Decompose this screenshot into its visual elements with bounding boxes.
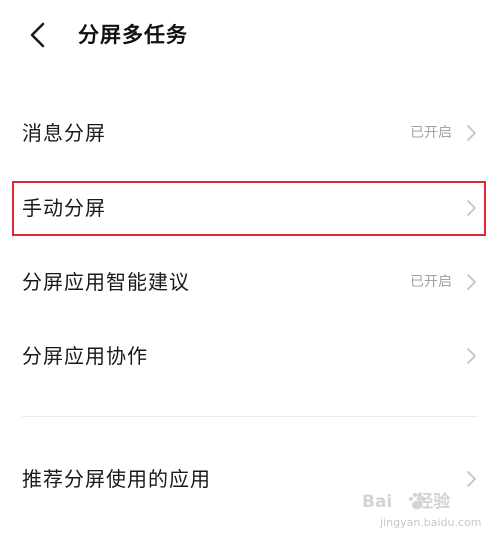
settings-item-label: 分屏应用协作 bbox=[22, 344, 148, 368]
chevron-right-icon bbox=[466, 124, 478, 142]
settings-item-app-collaboration[interactable]: 分屏应用协作 bbox=[0, 328, 500, 384]
baidu-watermark: Bai 经验 jingyan.baidu.com bbox=[362, 490, 492, 534]
back-arrow-icon bbox=[22, 18, 56, 52]
back-button[interactable] bbox=[22, 18, 56, 52]
chevron-right-icon bbox=[466, 273, 478, 291]
settings-item-manual-split[interactable]: 手动分屏 bbox=[0, 180, 500, 236]
settings-item-label: 分屏应用智能建议 bbox=[22, 270, 190, 294]
chevron-right-icon bbox=[466, 470, 478, 488]
status-text: 已开启 bbox=[410, 274, 452, 290]
settings-item-label: 手动分屏 bbox=[22, 196, 106, 220]
settings-item-smart-suggestion[interactable]: 分屏应用智能建议 已开启 bbox=[0, 254, 500, 310]
watermark-url: jingyan.baidu.com bbox=[380, 516, 482, 529]
chevron-right-icon bbox=[466, 347, 478, 365]
paw-logo-icon bbox=[406, 490, 428, 512]
page-title: 分屏多任务 bbox=[78, 23, 188, 47]
settings-item-label: 推荐分屏使用的应用 bbox=[22, 467, 211, 491]
watermark-brand-left: Bai bbox=[362, 492, 393, 512]
status-text: 已开启 bbox=[410, 125, 452, 141]
settings-item-label: 消息分屏 bbox=[22, 121, 106, 145]
chevron-right-icon bbox=[466, 199, 478, 217]
settings-item-message-split[interactable]: 消息分屏 已开启 bbox=[0, 105, 500, 161]
section-divider bbox=[22, 416, 478, 417]
header-bar: 分屏多任务 bbox=[0, 0, 500, 70]
